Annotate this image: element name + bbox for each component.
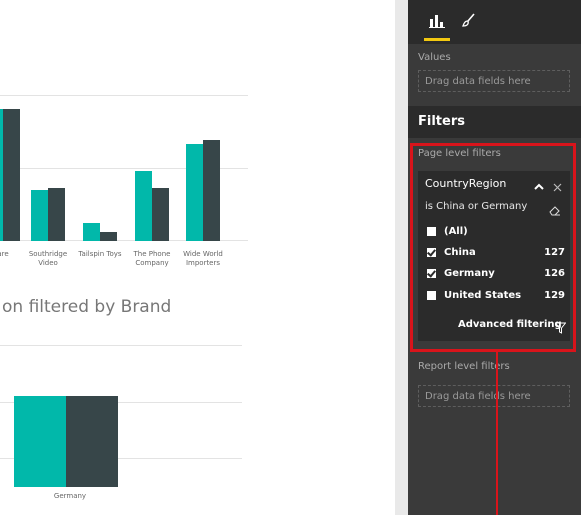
- tab-fields[interactable]: [426, 10, 448, 34]
- category-label: Wide World Importers: [183, 250, 223, 267]
- report-level-dropzone[interactable]: Drag data fields here: [418, 385, 570, 407]
- highlight-box: [410, 143, 576, 352]
- bar[interactable]: [3, 109, 20, 241]
- bar[interactable]: [186, 144, 203, 241]
- bar[interactable]: [48, 188, 65, 241]
- bar[interactable]: [31, 190, 48, 241]
- filters-title: Filters: [418, 114, 465, 129]
- bar-chart-icon: [429, 13, 445, 32]
- callout-line: [496, 352, 498, 515]
- bar[interactable]: [83, 223, 100, 241]
- chart-title: on filtered by Brand: [2, 297, 172, 317]
- gridline: [0, 95, 248, 96]
- canvas-scrollbar-gutter: [395, 0, 408, 515]
- category-label: Tailspin Toys: [78, 250, 122, 258]
- bar[interactable]: [66, 396, 118, 487]
- active-tab-indicator: [424, 38, 450, 41]
- bar[interactable]: [203, 139, 220, 241]
- category-label: The Phone Company: [133, 250, 171, 267]
- bar[interactable]: [100, 232, 117, 241]
- tab-format[interactable]: [458, 10, 480, 34]
- report-canvas[interactable]: are Southridge Video Tailspin Toys The Phon…: [0, 0, 396, 515]
- pane-tab-bar: [408, 0, 581, 44]
- gridline: [0, 345, 242, 346]
- bar[interactable]: [135, 170, 152, 241]
- values-label: Values: [418, 52, 451, 63]
- category-label: are: [0, 250, 9, 258]
- bar[interactable]: [14, 396, 66, 487]
- paintbrush-icon: [461, 12, 477, 32]
- category-label: Germany: [53, 492, 87, 500]
- filters-header: Filters: [408, 106, 581, 138]
- category-label: Southridge Video: [28, 250, 68, 267]
- values-dropzone[interactable]: Drag data fields here: [418, 70, 570, 92]
- bar[interactable]: [152, 188, 169, 241]
